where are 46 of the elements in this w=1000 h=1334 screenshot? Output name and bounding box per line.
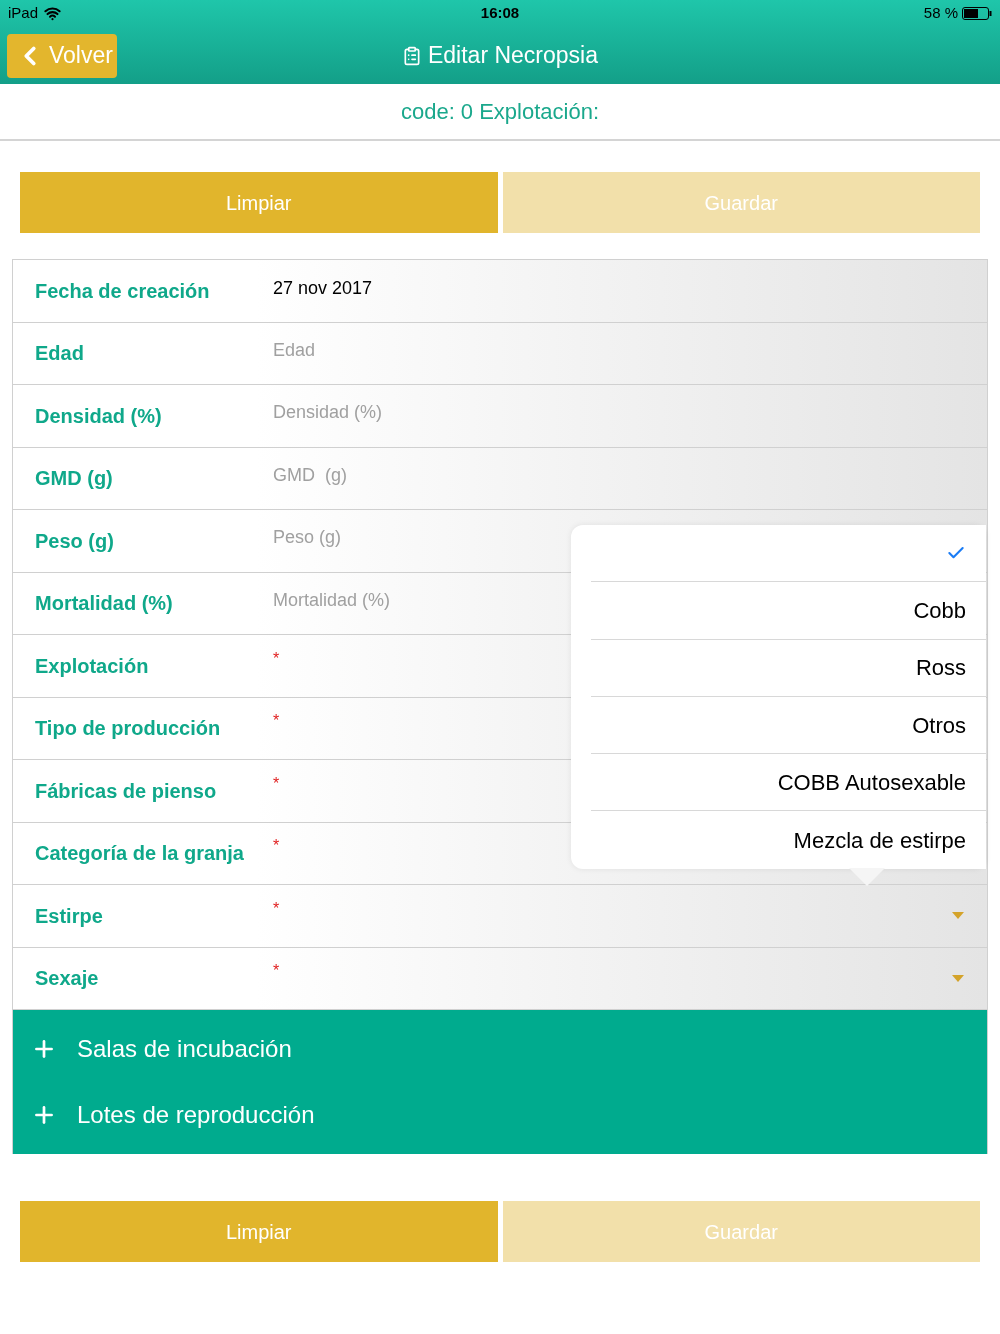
picker-option[interactable]: Cobb	[591, 582, 986, 640]
required-mark: *	[273, 648, 280, 669]
screen-title: Editar Necropsia	[428, 41, 598, 71]
field-label: Mortalidad (%)	[34, 591, 174, 617]
required-mark: *	[273, 961, 280, 982]
field-value: 27 nov 2017	[273, 277, 373, 301]
back-button[interactable]: Volver	[7, 33, 117, 78]
status-time: 16:08	[480, 3, 520, 24]
required-mark: *	[273, 711, 280, 732]
input-field[interactable]: Densidad (%)	[273, 399, 523, 427]
field-label: GMD (g)	[34, 466, 114, 492]
clipboard-icon	[402, 45, 422, 66]
input-field[interactable]: GMD (g)	[273, 461, 523, 489]
record-subtitle: code: 0 Explotación:	[400, 98, 600, 126]
section-header[interactable]: Lotes de reproducción	[13, 1082, 987, 1148]
picker-option[interactable]: Otros	[591, 696, 986, 755]
clear-button[interactable]: Limpiar	[20, 1201, 498, 1262]
field-label: Edad	[34, 341, 85, 367]
field-label: Estirpe	[34, 903, 104, 929]
dropdown-caret-icon[interactable]	[952, 974, 964, 982]
required-mark: *	[273, 898, 280, 919]
field-label: Sexaje	[34, 966, 100, 992]
required-mark: *	[273, 773, 280, 794]
field-label: Explotación	[34, 653, 150, 679]
picker-option[interactable]: Ross	[591, 639, 986, 697]
field-label: Fábricas de pienso	[34, 778, 218, 804]
field-label: Peso (g)	[34, 528, 115, 554]
field-label: Densidad (%)	[34, 403, 163, 429]
required-mark: *	[273, 836, 280, 857]
input-field[interactable]: Peso (g)	[273, 524, 523, 552]
field-label: Fecha de creación	[34, 278, 211, 304]
dropdown-caret-icon[interactable]	[952, 912, 964, 920]
field-label: Tipo de producción	[34, 716, 222, 742]
battery-level: 58 %	[923, 3, 958, 24]
input-field[interactable]: Edad	[273, 336, 523, 364]
popover-arrow-icon	[849, 868, 885, 886]
picker-option[interactable]	[591, 525, 986, 583]
wifi-icon	[44, 5, 62, 22]
clear-button[interactable]: Limpiar	[20, 172, 498, 233]
input-field[interactable]: Mortalidad (%)	[273, 586, 523, 614]
section-header[interactable]: Salas de incubación	[13, 1016, 987, 1082]
device-name: iPad	[8, 3, 39, 24]
field-label: Categoría de la granja	[34, 841, 245, 867]
picker-option[interactable]: COBB Autosexable	[591, 754, 986, 812]
battery-icon	[962, 7, 992, 20]
picker-option[interactable]: Mezcla de estirpe	[591, 811, 986, 869]
